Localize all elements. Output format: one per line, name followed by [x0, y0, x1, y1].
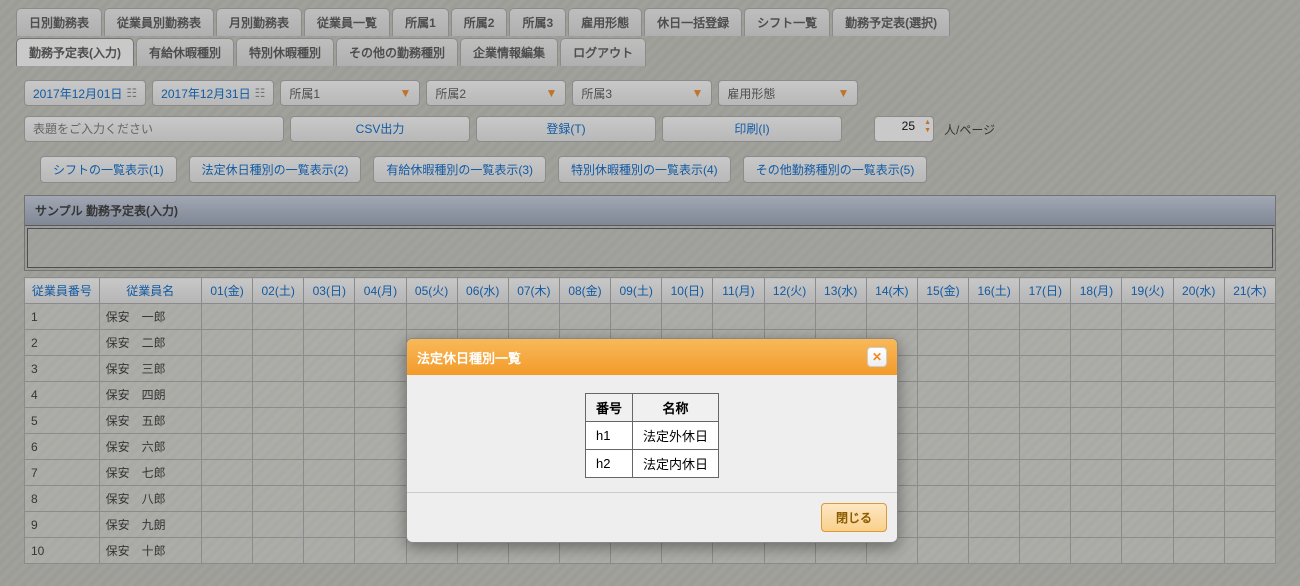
dialog-col-code: 番号 [585, 394, 632, 422]
dialog-col-name: 名称 [633, 394, 719, 422]
dialog-row: h2法定内休日 [585, 450, 718, 478]
close-button[interactable]: 閉じる [821, 503, 887, 532]
dialog-table: 番号名称 h1法定外休日h2法定内休日 [585, 393, 719, 478]
dialog-title: 法定休日種別一覧 [417, 348, 521, 367]
close-icon[interactable]: ✕ [867, 347, 887, 367]
dialog-row: h1法定外休日 [585, 422, 718, 450]
holiday-type-dialog: 法定休日種別一覧 ✕ 番号名称 h1法定外休日h2法定内休日 閉じる [406, 338, 898, 543]
